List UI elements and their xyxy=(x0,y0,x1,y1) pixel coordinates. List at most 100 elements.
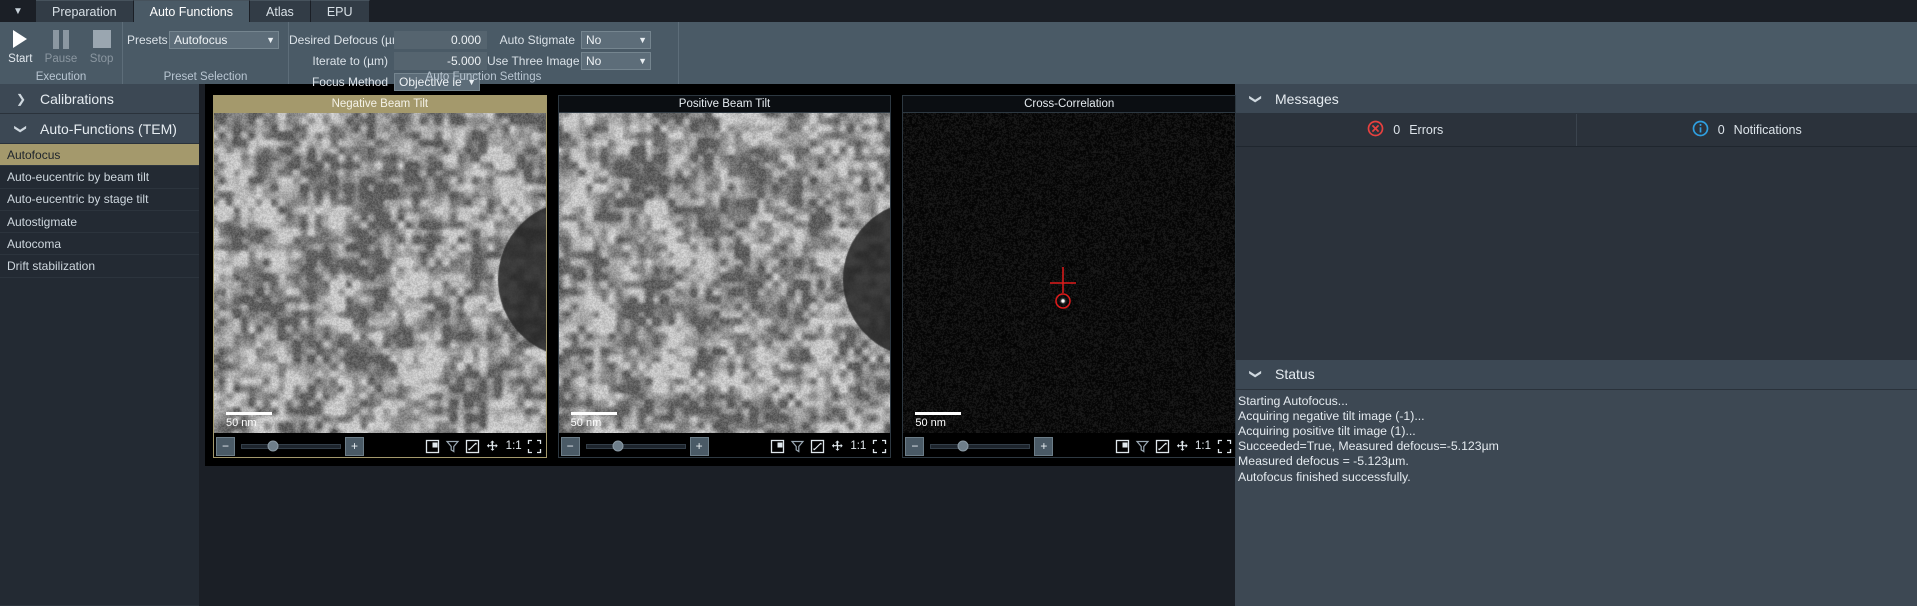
auto-stigmate-label: Auto Stigmate xyxy=(499,33,575,47)
sidebar-item-auto-eucentric-by-beam-tilt[interactable]: Auto-eucentric by beam tilt xyxy=(0,166,199,189)
filter-icon[interactable] xyxy=(444,437,462,455)
scale-bar-label: 50 nm xyxy=(915,417,946,429)
sidebar-group-calibrations[interactable]: ❯ Calibrations xyxy=(0,84,199,114)
status-log-line: Measured defocus = -5.123µm. xyxy=(1238,454,1409,469)
panel-image-area[interactable]: 50 nm − + 1:1 xyxy=(557,113,892,458)
auto-stigmate-select-value: No xyxy=(586,33,602,47)
sidebar-item-drift-stabilization[interactable]: Drift stabilization xyxy=(0,255,199,278)
zoom-slider[interactable] xyxy=(585,440,686,452)
zoom-ratio-label[interactable]: 1:1 xyxy=(848,440,868,452)
use-three-image-method-select[interactable]: No ▼ xyxy=(581,52,651,70)
fit-to-window-icon[interactable] xyxy=(1153,437,1171,455)
zoom-in-button[interactable]: + xyxy=(1034,436,1054,456)
start-button-label: Start xyxy=(8,53,33,65)
quadrant-view-icon[interactable] xyxy=(424,437,442,455)
play-icon xyxy=(13,28,28,50)
sidebar-item-autostigmate[interactable]: Autostigmate xyxy=(0,211,199,234)
panel-image-area[interactable]: 50 nm − + 1:1 xyxy=(902,113,1237,458)
ribbon-collapse-icon[interactable]: ▼ xyxy=(0,0,36,22)
sidebar-item-label: Auto-eucentric by beam tilt xyxy=(7,169,150,184)
ribbon-group-preset-selection: Presets Autofocus ▼ Preset Selection xyxy=(122,22,288,84)
notifications-cell[interactable]: 0 Notifications xyxy=(1575,114,1917,146)
presets-select[interactable]: Autofocus ▼ xyxy=(169,31,279,49)
micrograph-canvas[interactable]: 50 nm xyxy=(558,113,891,435)
scale-bar-label: 50 nm xyxy=(570,417,602,429)
stop-button-label: Stop xyxy=(89,53,114,65)
sidebar-group-auto-functions-tem[interactable]: ❯ Auto-Functions (TEM) xyxy=(0,114,199,144)
image-panel-negative-beam-tilt[interactable]: Negative Beam Tilt 50 nm − + 1:1 xyxy=(213,95,547,458)
zoom-out-button[interactable]: − xyxy=(560,436,580,456)
zoom-slider-knob[interactable] xyxy=(612,440,624,452)
errors-cell[interactable]: 0 Errors xyxy=(1235,114,1576,146)
start-button[interactable]: Start xyxy=(1,28,39,65)
chevron-down-icon: ▼ xyxy=(638,56,647,66)
filter-icon[interactable] xyxy=(1133,437,1151,455)
group-caption-preset-selection: Preset Selection xyxy=(163,71,248,83)
zoom-slider[interactable] xyxy=(930,440,1031,452)
sidebar: ❯ Calibrations ❯ Auto-Functions (TEM) Au… xyxy=(0,84,199,606)
zoom-ratio-label[interactable]: 1:1 xyxy=(1193,440,1213,452)
ribbon-body: Start Pause Stop Execution Presets Autof… xyxy=(0,22,1917,91)
panel-toolbar: − + 1:1 xyxy=(903,435,1236,457)
desired-defocus-row: Desired Defocus (µm) 0.000 xyxy=(289,31,487,49)
panel-toolbar-right: 1:1 xyxy=(768,437,888,455)
tab-label: Preparation xyxy=(52,4,117,19)
cross-correlation-canvas[interactable]: 50 nm xyxy=(903,113,1236,435)
chevron-down-icon: ▼ xyxy=(638,35,647,45)
sidebar-item-auto-eucentric-by-stage-tilt[interactable]: Auto-eucentric by stage tilt xyxy=(0,189,199,211)
tab-auto-functions[interactable]: Auto Functions xyxy=(133,0,251,22)
quadrant-view-icon[interactable] xyxy=(1113,437,1131,455)
tab-atlas[interactable]: Atlas xyxy=(250,0,311,22)
zoom-in-button[interactable]: + xyxy=(345,436,364,456)
stop-button[interactable]: Stop xyxy=(83,28,121,65)
sidebar-group-label: Calibrations xyxy=(40,90,114,107)
main-area: ❯ Calibrations ❯ Auto-Functions (TEM) Au… xyxy=(0,84,1917,606)
fit-to-window-icon[interactable] xyxy=(464,437,482,455)
image-panel-cross-correlation[interactable]: Cross-Correlation 50 nm − + 1:1 xyxy=(902,95,1237,458)
status-log-line: Autofocus finished successfully. xyxy=(1238,469,1411,484)
pan-icon[interactable] xyxy=(828,437,846,455)
panel-image-area[interactable]: 50 nm − + 1:1 xyxy=(213,113,547,458)
messages-list[interactable] xyxy=(1235,147,1917,360)
pause-button[interactable]: Pause xyxy=(42,28,80,65)
use-three-image-method-label: Use Three Image Method xyxy=(487,54,623,68)
zoom-out-button[interactable]: − xyxy=(216,436,235,456)
fullscreen-icon[interactable] xyxy=(870,437,888,455)
zoom-in-button[interactable]: + xyxy=(689,436,709,456)
fullscreen-icon[interactable] xyxy=(1215,437,1233,455)
auto-stigmate-select[interactable]: No ▼ xyxy=(581,31,651,49)
zoom-slider-knob[interactable] xyxy=(957,440,969,452)
desired-defocus-input[interactable]: 0.000 xyxy=(394,31,487,49)
group-caption-execution: Execution xyxy=(35,71,87,83)
tab-preparation[interactable]: Preparation xyxy=(36,0,134,22)
tab-epu[interactable]: EPU xyxy=(310,0,370,22)
pause-button-label: Pause xyxy=(44,53,78,65)
status-log[interactable]: Starting Autofocus... Acquiring negative… xyxy=(1235,389,1917,606)
image-viewer: Negative Beam Tilt 50 nm − + 1:1 Positiv… xyxy=(205,84,1241,466)
fit-to-window-icon[interactable] xyxy=(808,437,826,455)
fullscreen-icon[interactable] xyxy=(526,437,544,455)
messages-summary-bar: 0 Errors 0 Notifications xyxy=(1235,114,1917,147)
zoom-slider[interactable] xyxy=(241,440,341,452)
zoom-slider-knob[interactable] xyxy=(267,440,279,452)
sidebar-item-autofocus[interactable]: Autofocus xyxy=(0,144,199,167)
use-three-image-method-select-value: No xyxy=(586,54,602,68)
messages-title: Messages xyxy=(1275,90,1339,107)
micrograph-canvas[interactable]: 50 nm xyxy=(214,113,546,435)
pan-icon[interactable] xyxy=(484,437,502,455)
status-header[interactable]: ❯ Status xyxy=(1235,359,1917,390)
zoom-out-button[interactable]: − xyxy=(905,436,925,456)
sidebar-item-autocoma[interactable]: Autocoma xyxy=(0,233,199,256)
stop-icon xyxy=(92,28,111,50)
panel-toolbar: − + 1:1 xyxy=(558,435,891,457)
quadrant-view-icon[interactable] xyxy=(768,437,786,455)
status-log-line: Acquiring positive tilt image (1)... xyxy=(1238,423,1416,438)
image-panel-positive-beam-tilt[interactable]: Positive Beam Tilt 50 nm − + 1:1 xyxy=(557,95,892,458)
status-log-line: Acquiring negative tilt image (-1)... xyxy=(1238,408,1425,423)
messages-header[interactable]: ❯ Messages xyxy=(1235,84,1917,114)
zoom-ratio-label[interactable]: 1:1 xyxy=(504,440,524,452)
iterate-to-input[interactable]: -5.000 xyxy=(394,52,487,70)
right-panel: ❯ Messages 0 Errors 0 Notifications ❯ St… xyxy=(1235,84,1917,606)
filter-icon[interactable] xyxy=(788,437,806,455)
pan-icon[interactable] xyxy=(1173,437,1191,455)
